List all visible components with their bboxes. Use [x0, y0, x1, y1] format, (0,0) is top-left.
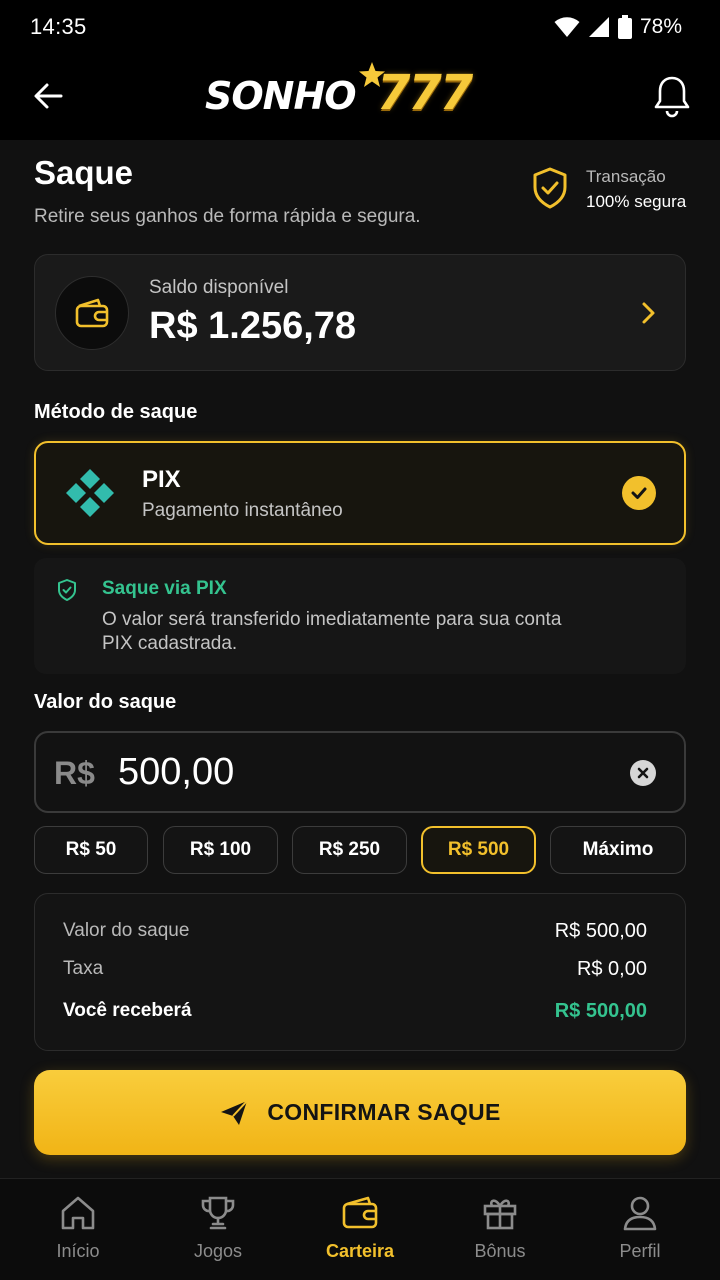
- page-subtitle: Retire seus ganhos de forma rápida e seg…: [34, 206, 421, 227]
- chip-250[interactable]: R$ 250: [292, 826, 407, 874]
- selected-check-icon: [622, 476, 656, 510]
- notifications-button[interactable]: [652, 74, 692, 118]
- status-bar: 14:35 78%: [0, 0, 720, 54]
- amount-input[interactable]: R$ 500,00: [34, 731, 686, 813]
- app-header: SONHO 777: [0, 54, 720, 140]
- logo-text: SONHO: [205, 74, 357, 118]
- nav-label-home: Início: [56, 1241, 100, 1261]
- chevron-right-icon: [642, 302, 655, 324]
- summary-amount-value: R$ 500,00: [554, 920, 647, 942]
- nav-item-bonus[interactable]: Bônus: [440, 1193, 560, 1273]
- confirm-label: CONFIRMAR SAQUE: [267, 1099, 501, 1125]
- info-text: O valor será transferido imediatamente p…: [102, 609, 562, 654]
- shield-check-icon: [58, 579, 76, 601]
- secure-value: 100% segura: [586, 192, 687, 211]
- shield-check-icon: [533, 167, 567, 209]
- nav-item-wallet[interactable]: Carteira: [300, 1193, 420, 1273]
- send-icon: [221, 1099, 249, 1125]
- nav-item-home[interactable]: Início: [18, 1193, 138, 1273]
- withdraw-summary: Valor do saque R$ 500,00 Taxa R$ 0,00 Vo…: [34, 893, 686, 1051]
- balance-card[interactable]: Saldo disponível R$ 1.256,78: [34, 254, 686, 371]
- quick-amount-chips: R$ 50 R$ 100 R$ 250 R$ 500 Máximo: [34, 826, 686, 874]
- withdraw-screen: 14:35 78% SONHO 777 Saque Retire seus ga…: [0, 0, 720, 1280]
- gift-icon: [483, 1199, 517, 1230]
- method-option-pix[interactable]: PIX Pagamento instantâneo: [34, 441, 686, 545]
- status-indicators: 78%: [554, 15, 682, 39]
- method-name: PIX: [142, 466, 181, 493]
- clear-icon[interactable]: [630, 760, 656, 786]
- summary-receive-value: R$ 500,00: [554, 1000, 647, 1022]
- currency-prefix: R$: [54, 755, 95, 791]
- bottom-nav: Início Jogos Carteira Bônus Perfil: [0, 1178, 720, 1280]
- chip-500[interactable]: R$ 500: [421, 826, 536, 874]
- pix-logo-icon: [66, 469, 114, 517]
- method-description: Pagamento instantâneo: [142, 500, 343, 521]
- wallet-icon: [75, 298, 109, 328]
- info-title: Saque via PIX: [102, 578, 227, 599]
- page-title: Saque: [34, 154, 134, 191]
- nav-label-games: Jogos: [193, 1241, 243, 1261]
- battery-icon: [617, 15, 632, 39]
- confirm-withdraw-button[interactable]: CONFIRMAR SAQUE: [34, 1070, 686, 1155]
- trophy-icon: [201, 1196, 235, 1230]
- nav-item-profile[interactable]: Perfil: [580, 1193, 700, 1273]
- pix-info-box: Saque via PIX O valor será transferido i…: [34, 558, 686, 674]
- summary-amount-label: Valor do saque: [63, 920, 190, 941]
- summary-row-fee: Taxa R$ 0,00: [63, 958, 647, 981]
- brand-logo: SONHO 777: [205, 62, 515, 128]
- balance-value: R$ 1.256,78: [149, 305, 357, 347]
- bell-icon: [654, 76, 690, 118]
- summary-row-amount: Valor do saque R$ 500,00: [63, 920, 647, 943]
- signal-icon: [588, 17, 609, 37]
- arrow-left-icon: [34, 83, 63, 109]
- nav-label-bonus: Bônus: [474, 1241, 526, 1261]
- chip-max[interactable]: Máximo: [550, 826, 686, 874]
- nav-label-profile: Perfil: [619, 1241, 661, 1261]
- nav-item-games[interactable]: Jogos: [158, 1193, 278, 1273]
- method-section-label: Método de saque: [34, 401, 198, 423]
- summary-fee-label: Taxa: [63, 958, 104, 979]
- status-time: 14:35: [30, 14, 87, 39]
- wallet-icon-container: [55, 276, 129, 350]
- summary-row-total: Você receberá R$ 500,00: [63, 1000, 647, 1023]
- summary-fee-value: R$ 0,00: [576, 958, 647, 980]
- battery-level: 78%: [639, 15, 682, 38]
- secure-badge: Transação 100% segura: [530, 164, 700, 220]
- wallet-icon: [342, 1196, 378, 1229]
- home-icon: [61, 1196, 95, 1230]
- secure-label: Transação: [586, 167, 666, 186]
- balance-label: Saldo disponível: [149, 277, 289, 298]
- chip-100[interactable]: R$ 100: [163, 826, 278, 874]
- user-icon: [623, 1196, 657, 1231]
- summary-receive-label: Você receberá: [63, 1000, 192, 1021]
- chip-50[interactable]: R$ 50: [34, 826, 148, 874]
- amount-section-label: Valor do saque: [34, 691, 177, 713]
- amount-value[interactable]: 500,00: [118, 751, 234, 794]
- back-button[interactable]: [30, 76, 70, 116]
- wifi-icon: [554, 17, 580, 37]
- nav-label-wallet: Carteira: [325, 1241, 395, 1261]
- logo-number: 777: [377, 65, 473, 121]
